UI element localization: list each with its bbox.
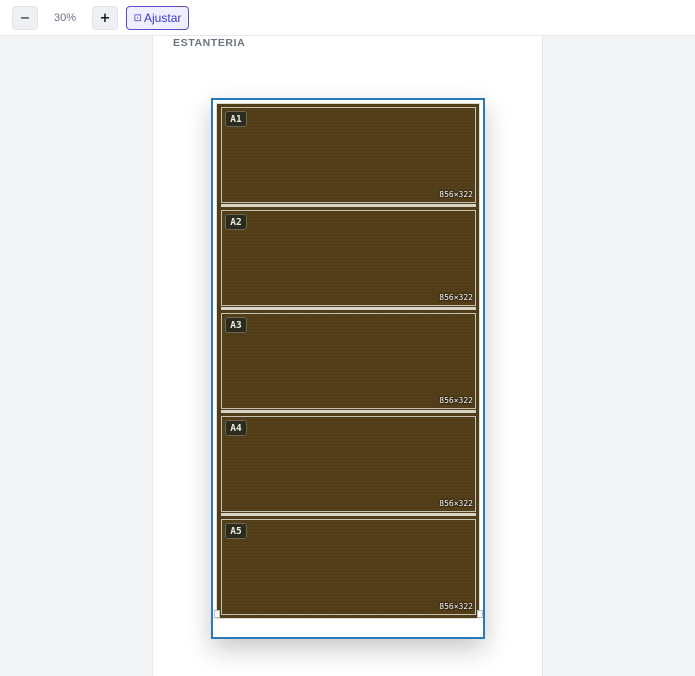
- shelf-label: A3: [225, 317, 247, 333]
- shelf-dimensions: 856×322: [439, 396, 473, 405]
- panel-title: ESTANTERIA: [173, 37, 246, 49]
- zoom-toolbar: − 30% + ⊡ Ajustar: [0, 0, 695, 36]
- shelving-unit-body: A1 856×322 A2 856×322 A3 856×322 A4 856×…: [216, 103, 480, 619]
- shelf-a5[interactable]: A5 856×322: [221, 519, 476, 615]
- shelf-dimensions: 856×322: [439, 190, 473, 199]
- shelf-divider: [221, 410, 476, 413]
- fit-button[interactable]: ⊡ Ajustar: [126, 6, 189, 30]
- shelf-divider: [221, 204, 476, 207]
- shelf-dimensions: 856×322: [439, 602, 473, 611]
- shelf-a3[interactable]: A3 856×322: [221, 313, 476, 409]
- shelf-divider: [221, 513, 476, 516]
- shelf-dimensions: 856×322: [439, 293, 473, 302]
- resize-handle-bottom-right[interactable]: [477, 610, 483, 618]
- zoom-in-button[interactable]: +: [92, 6, 118, 30]
- shelf-a1[interactable]: A1 856×322: [221, 107, 476, 203]
- shelf-a4[interactable]: A4 856×322: [221, 416, 476, 512]
- resize-handle-bottom-left[interactable]: [214, 610, 220, 618]
- shelf-label: A1: [225, 111, 247, 127]
- shelf-dimensions: 856×322: [439, 499, 473, 508]
- shelving-unit-selected[interactable]: A1 856×322 A2 856×322 A3 856×322 A4 856×…: [211, 98, 485, 639]
- zoom-level-indicator: 30%: [53, 12, 77, 24]
- shelf-label: A2: [225, 214, 247, 230]
- shelf-label: A4: [225, 420, 247, 436]
- shelf-divider: [221, 307, 476, 310]
- shelf-a2[interactable]: A2 856×322: [221, 210, 476, 306]
- fit-button-label: Ajustar: [144, 11, 182, 25]
- shelf-label: A5: [225, 523, 247, 539]
- fit-icon: ⊡: [133, 12, 143, 24]
- zoom-out-button[interactable]: −: [12, 6, 38, 30]
